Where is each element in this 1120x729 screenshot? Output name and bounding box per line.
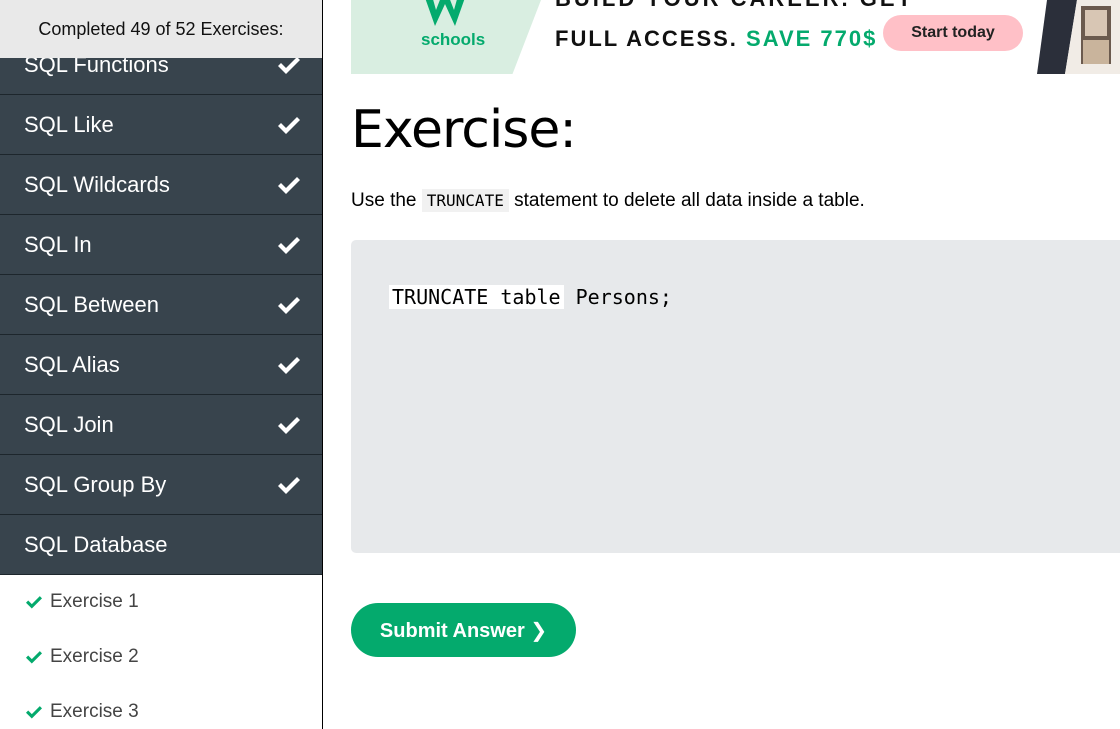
progress-text: Completed 49 of 52 Exercises: xyxy=(38,18,284,39)
submit-answer-button[interactable]: Submit Answer ❯ xyxy=(351,603,576,657)
exercise-instruction: Use the TRUNCATE statement to delete all… xyxy=(351,189,865,212)
ad-headline: BUILD YOUR CAREER. GET xyxy=(555,0,914,12)
progress-header: Completed 49 of 52 Exercises: xyxy=(0,0,322,58)
sidebar-category-item[interactable]: SQL Join xyxy=(0,395,322,455)
sidebar-category-item[interactable]: SQL Database xyxy=(0,515,322,575)
instruction-text-after: statement to delete all data inside a ta… xyxy=(514,190,865,211)
exercise-list: Exercise 1 Exercise 2 Exercise 3 xyxy=(0,574,322,729)
sidebar-category-label: SQL Group By xyxy=(24,471,167,497)
check-icon xyxy=(278,236,300,254)
instruction-text-before: Use the xyxy=(351,190,417,211)
check-icon xyxy=(278,116,300,134)
answer-input[interactable]: TRUNCATE table xyxy=(389,285,564,309)
check-icon xyxy=(278,416,300,434)
sidebar-category-item[interactable]: SQL Alias xyxy=(0,335,322,395)
code-editor: TRUNCATE table Persons; xyxy=(351,240,1120,553)
sidebar-category-label: SQL Alias xyxy=(24,351,120,377)
sidebar-category-label: SQL Between xyxy=(24,291,159,317)
sidebar-exercise-item[interactable]: Exercise 1 xyxy=(0,574,322,629)
sidebar-category-item[interactable]: SQL In xyxy=(0,215,322,275)
check-icon xyxy=(278,476,300,494)
sidebar-category-item[interactable]: SQL Wildcards xyxy=(0,155,322,215)
sidebar-exercise-label: Exercise 2 xyxy=(50,645,139,667)
w3schools-logo-icon: 3 xyxy=(425,0,474,26)
sidebar-category-item[interactable]: SQL Between xyxy=(0,275,322,335)
sidebar-category-label: SQL In xyxy=(24,231,92,257)
instruction-keyword: TRUNCATE xyxy=(421,189,509,212)
sidebar-exercise-item[interactable]: Exercise 3 xyxy=(0,684,322,729)
check-icon xyxy=(278,176,300,194)
ad-subheadline: FULL ACCESS. SAVE 770$ xyxy=(555,26,877,52)
sidebar-exercise-label: Exercise 3 xyxy=(50,700,139,722)
sidebar-category-item[interactable]: SQL Group By xyxy=(0,455,322,515)
check-icon xyxy=(26,650,42,664)
check-icon xyxy=(26,595,42,609)
sidebar-exercise-item[interactable]: Exercise 2 xyxy=(0,629,322,684)
check-icon xyxy=(26,705,42,719)
sidebar-category-label: SQL Like xyxy=(24,111,114,137)
check-icon xyxy=(278,296,300,314)
page-title: Exercise: xyxy=(351,100,577,160)
start-today-button[interactable]: Start today xyxy=(883,15,1023,51)
sidebar-category-label: SQL Join xyxy=(24,411,114,437)
exercise-sidebar: SQL Functions SQL Like SQL Wildcards SQL In… xyxy=(0,0,323,729)
ad-photo-image xyxy=(1037,0,1120,74)
code-suffix: Persons; xyxy=(563,285,672,309)
svg-text:3: 3 xyxy=(468,0,474,3)
ad-banner[interactable]: 3 schools BUILD YOUR CAREER. GET FULL AC… xyxy=(351,0,1120,74)
sidebar-category-label: SQL Wildcards xyxy=(24,171,170,197)
check-icon xyxy=(278,356,300,374)
category-list: SQL Functions SQL Like SQL Wildcards SQL In… xyxy=(0,35,322,575)
sidebar-category-item[interactable]: SQL Like xyxy=(0,95,322,155)
ad-logo-text: schools xyxy=(421,30,486,49)
sidebar-exercise-label: Exercise 1 xyxy=(50,590,139,612)
code-line: TRUNCATE table Persons; xyxy=(389,285,672,309)
sidebar-category-label: SQL Database xyxy=(24,531,168,557)
ad-subheadline-prefix: FULL ACCESS. xyxy=(555,26,738,51)
ad-subheadline-accent: SAVE 770$ xyxy=(746,26,878,51)
